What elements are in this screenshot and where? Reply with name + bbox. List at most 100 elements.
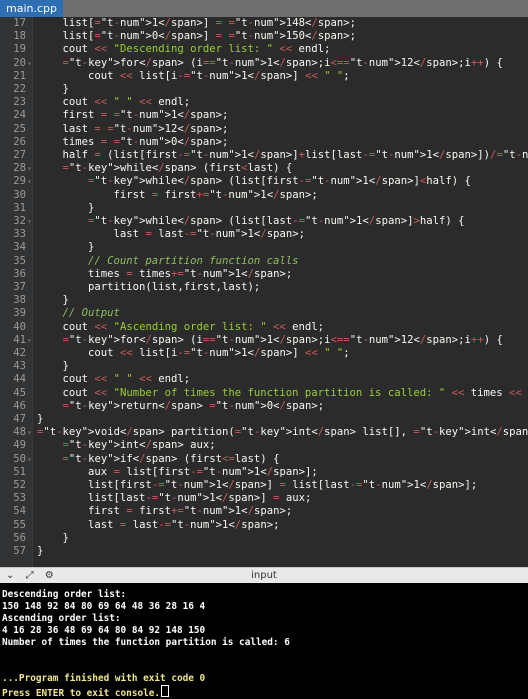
code-line: 51 aux = list[first-="t-num">1</span>]; [0, 466, 528, 479]
code-line: 25 last = ="t-num">12</span>; [0, 123, 528, 136]
code-text: } [37, 201, 95, 214]
tab-bar: main.cpp [0, 0, 528, 17]
code-line: 28 ▾ ="t-key">while</span> (first<last) { [0, 162, 528, 175]
code-text: } [37, 531, 69, 544]
code-line: 34 } [0, 241, 528, 254]
code-text: last = ="t-num">12</span>; [37, 122, 229, 135]
line-number: 44 [13, 373, 26, 386]
line-number: 23 [13, 96, 26, 109]
console-panel-title: input [251, 570, 277, 581]
code-line: 45 cout << "Number of times the function… [0, 387, 528, 400]
code-line: 55 last = last-="t-num">1</span>; [0, 519, 528, 532]
line-number: 47 [13, 413, 26, 425]
code-text: } [37, 241, 95, 254]
code-text: ="t-key">return</span> ="t-num">0</span>… [62, 399, 325, 412]
code-text: } [37, 83, 69, 95]
line-number: 19 [13, 43, 26, 56]
console-panel-icons: ⌄ ⤢ ⚙ [6, 569, 62, 583]
code-line: 23 cout << " " << endl; [0, 96, 528, 109]
fold-icon[interactable]: ▾ [27, 162, 32, 175]
fold-icon[interactable]: ▾ [27, 453, 32, 466]
line-number: 35 [13, 254, 26, 267]
console-output[interactable]: Descending order list: 150 148 92 84 80 6… [0, 583, 528, 699]
console-line: 150 148 92 84 80 69 64 48 36 28 16 4 [2, 601, 206, 612]
settings-icon[interactable]: ⚙ [45, 570, 54, 581]
line-number: 51 [13, 465, 26, 478]
line-number: 22 [13, 83, 26, 95]
line-number: 18 [13, 30, 26, 43]
code-line: 17 list[="t-num">1</span>] = ="t-num">14… [0, 17, 528, 30]
fold-icon[interactable]: ▾ [27, 57, 32, 70]
line-number: 46 [13, 399, 26, 412]
line-number: 26 [13, 135, 26, 148]
code-line: 21 cout << list[i-="t-num">1</span>] << … [0, 70, 528, 83]
fold-icon[interactable]: ▾ [27, 426, 32, 439]
code-text: // Count partition function calls [88, 254, 299, 267]
line-number: 29 [13, 175, 26, 188]
fold-icon[interactable]: ▾ [27, 175, 32, 188]
code-line: 35 // Count partition function calls [0, 255, 528, 268]
code-text: ="t-key">while</span> (list[last-="t-num… [88, 215, 465, 227]
line-number: 42 [13, 347, 26, 359]
console-panel-header: input ⌄ ⤢ ⚙ [0, 567, 528, 584]
code-line: 56 } [0, 532, 528, 545]
line-number: 32 [13, 215, 26, 227]
code-line: 18 list[="t-num">0</span>] = ="t-num">15… [0, 30, 528, 43]
code-text: first = first+="t-num">1</span>; [37, 188, 318, 201]
code-text: list[first-="t-num">1</span>] = list[las… [37, 479, 478, 491]
code-line: 27 half = (list[first-="t-num">1</span>]… [0, 149, 528, 162]
code-line: 41 ▾ ="t-key">for</span> (i=="t-num">1</s… [0, 334, 528, 347]
code-line: 30 first = first+="t-num">1</span>; [0, 189, 528, 202]
code-text: list[="t-num">0</span>] = ="t-num">150</… [37, 30, 357, 43]
code-text: } [37, 294, 69, 307]
line-number: 37 [13, 281, 26, 293]
code-line: 52 list[first-="t-num">1</span>] = list[… [0, 479, 528, 492]
code-line: 47} [0, 413, 528, 426]
code-text: times = times+="t-num">1</span>; [37, 267, 293, 280]
code-text: ="t-key">while</span> (first<last) { [62, 162, 293, 175]
line-number: 38 [13, 294, 26, 307]
chevron-down-icon[interactable]: ⌄ [6, 570, 14, 581]
code-line: 53 list[last-="t-num">1</span>] = aux; [0, 492, 528, 505]
code-line: 20 ▾ ="t-key">for</span> (i=="t-num">1</s… [0, 57, 528, 70]
code-text: } [37, 360, 69, 373]
code-text: last = last-="t-num">1</span>; [37, 518, 280, 531]
tab-main-cpp[interactable]: main.cpp [0, 0, 63, 17]
code-line: 33 last = last-="t-num">1</span>; [0, 228, 528, 241]
line-number: 49 [13, 439, 26, 452]
code-text: first = ="t-num">1</span>; [37, 109, 229, 122]
fold-icon[interactable]: ▾ [27, 215, 32, 228]
line-number: 20 [13, 56, 26, 69]
line-number: 31 [13, 201, 26, 214]
console-line: ...Program finished with exit code 0 [2, 673, 206, 684]
line-number: 52 [13, 479, 26, 491]
code-editor[interactable]: 17 list[="t-num">1</span>] = ="t-num">14… [0, 17, 528, 567]
code-text: first = first+="t-num">1</span>; [37, 505, 293, 518]
code-line: 48 ▾ ="t-key">void</span> partition(="t-ke… [0, 426, 528, 439]
code-text: list[last-="t-num">1</span>] = aux; [37, 492, 312, 505]
line-number: 24 [13, 109, 26, 122]
code-text: cout << "Number of times the function pa… [37, 386, 522, 399]
code-text: ="t-key">while</span> (list[first-="t-nu… [88, 175, 471, 188]
fold-icon[interactable]: ▾ [27, 334, 32, 347]
line-number: 55 [13, 518, 26, 531]
line-number: 56 [13, 531, 26, 544]
line-number: 34 [13, 241, 26, 254]
code-line: 37 partition(list,first,last); [0, 281, 528, 294]
code-text: cout << " " << endl; [37, 373, 191, 386]
line-number: 36 [13, 267, 26, 280]
line-number: 39 [13, 307, 26, 320]
line-number: 30 [13, 188, 26, 201]
code-text: cout << "Ascending order list: " << endl… [37, 320, 325, 333]
code-text: aux = list[first-="t-num">1</span>]; [37, 465, 318, 478]
code-line: 40 cout << "Ascending order list: " << e… [0, 321, 528, 334]
code-text: ="t-key">for</span> (i=="t-num">1</span>… [62, 56, 503, 69]
code-line: 39 // Output [0, 307, 528, 320]
line-number: 43 [13, 360, 26, 373]
code-text: } [37, 413, 44, 425]
expand-icon[interactable]: ⤢ [26, 570, 34, 581]
code-line: 38 } [0, 294, 528, 307]
code-line: 42 cout << list[i-="t-num">1</span>] << … [0, 347, 528, 360]
line-number: 33 [13, 228, 26, 241]
code-text: cout << list[i-="t-num">1</span>] << " "… [37, 347, 350, 359]
